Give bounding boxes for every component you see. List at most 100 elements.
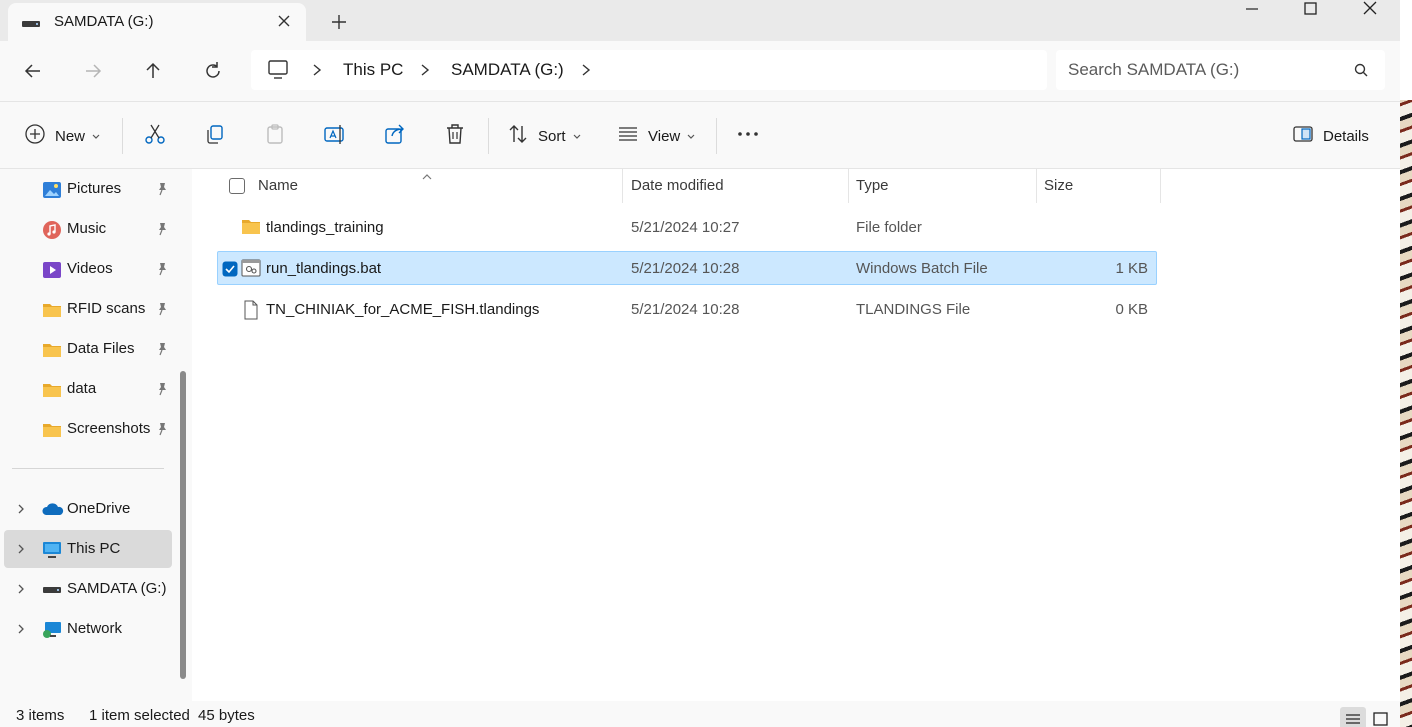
chevron-right-icon[interactable] <box>16 582 26 600</box>
breadcrumb-samdata[interactable]: SAMDATA (G:) <box>451 60 564 80</box>
row-checkbox-checked[interactable] <box>222 261 238 281</box>
sidebar-item-music[interactable]: Music <box>4 210 172 248</box>
folder-icon <box>42 380 62 400</box>
table-row[interactable]: TN_CHINIAK_for_ACME_FISH.tlandings 5/21/… <box>217 292 1157 326</box>
chevron-down-icon <box>91 128 101 145</box>
paste-icon <box>263 122 287 150</box>
search-icon[interactable] <box>1353 62 1369 82</box>
chevron-right-icon[interactable] <box>16 502 26 520</box>
file-name[interactable]: tlandings_training <box>266 219 384 236</box>
sidebar-item-this-pc[interactable]: This PC <box>4 530 172 568</box>
sidebar-item-screenshots[interactable]: Screenshots <box>4 410 172 448</box>
chevron-right-icon[interactable] <box>311 63 323 81</box>
sort-button[interactable]: Sort <box>507 122 582 150</box>
sidebar-item-videos[interactable]: Videos <box>4 250 172 288</box>
delete-button[interactable] <box>443 122 467 150</box>
table-row[interactable]: tlandings_training 5/21/2024 10:27 File … <box>217 210 1157 244</box>
details-label: Details <box>1323 127 1369 145</box>
file-date-modified: 5/21/2024 10:28 <box>631 260 740 277</box>
sidebar-item-rfid-scans[interactable]: RFID scans <box>4 290 172 328</box>
column-divider[interactable] <box>622 169 623 203</box>
view-button[interactable]: View <box>617 122 696 150</box>
column-header-name[interactable]: Name <box>258 177 298 194</box>
folder-icon <box>42 340 62 360</box>
chevron-right-icon[interactable] <box>16 622 26 640</box>
file-name[interactable]: TN_CHINIAK_for_ACME_FISH.tlandings <box>266 301 539 318</box>
navigation-pane: Pictures Music Videos RFID scans Data Fi… <box>0 169 192 701</box>
item-count: 3 items <box>16 707 65 724</box>
rename-button[interactable] <box>323 122 347 150</box>
folder-icon <box>42 300 62 320</box>
new-button[interactable]: New <box>24 122 101 150</box>
file-name[interactable]: run_tlandings.bat <box>266 260 381 277</box>
music-icon <box>42 220 62 240</box>
details-view-icon[interactable] <box>1340 707 1366 727</box>
onedrive-icon <box>42 500 64 520</box>
chevron-right-icon[interactable] <box>16 542 26 560</box>
column-header-size[interactable]: Size <box>1044 177 1073 194</box>
file-list: Name Date modified Type Size tlandings_t… <box>192 169 1400 701</box>
close-tab-icon[interactable] <box>274 11 294 31</box>
share-icon <box>383 122 407 150</box>
cut-icon <box>143 122 167 150</box>
title-bar: SAMDATA (G:) <box>0 0 1400 41</box>
sidebar-item-network[interactable]: Network <box>4 610 172 648</box>
chevron-right-icon[interactable] <box>580 63 592 81</box>
sidebar-item-data[interactable]: data <box>4 370 172 408</box>
select-all-checkbox[interactable] <box>229 178 245 194</box>
sidebar-item-data-files[interactable]: Data Files <box>4 330 172 368</box>
pin-icon <box>155 262 169 280</box>
details-button[interactable]: Details <box>1292 122 1369 150</box>
column-header-date-modified[interactable]: Date modified <box>631 177 724 194</box>
maximize-icon[interactable] <box>1288 0 1334 22</box>
new-label: New <box>55 127 86 145</box>
file-type: Windows Batch File <box>856 260 988 277</box>
paste-button[interactable] <box>263 122 287 150</box>
view-list-icon <box>617 123 639 149</box>
table-row[interactable]: run_tlandings.bat 5/21/2024 10:28 Window… <box>217 251 1157 285</box>
breadcrumb-this-pc[interactable]: This PC <box>343 60 403 80</box>
refresh-icon[interactable] <box>200 58 226 84</box>
sidebar-scrollbar[interactable] <box>180 371 186 679</box>
sort-icon <box>507 123 529 149</box>
chevron-down-icon <box>572 128 582 145</box>
sidebar-item-onedrive[interactable]: OneDrive <box>4 490 172 528</box>
sidebar-divider <box>12 468 164 469</box>
sidebar-item-label: Network <box>67 620 123 637</box>
search-box[interactable] <box>1056 50 1385 90</box>
desktop-background <box>1400 0 1412 727</box>
pin-icon <box>155 302 169 320</box>
toolbar-divider <box>488 118 489 154</box>
close-window-icon[interactable] <box>1347 0 1393 22</box>
forward-icon[interactable] <box>80 58 106 84</box>
file-icon <box>241 300 261 324</box>
column-header-type[interactable]: Type <box>856 177 889 194</box>
file-date-modified: 5/21/2024 10:28 <box>631 301 740 318</box>
new-tab-icon[interactable] <box>328 11 350 33</box>
copy-button[interactable] <box>203 122 227 150</box>
column-divider[interactable] <box>848 169 849 203</box>
tiles-view-icon[interactable] <box>1368 707 1394 727</box>
tab-samdata[interactable]: SAMDATA (G:) <box>8 3 306 41</box>
share-button[interactable] <box>383 122 407 150</box>
column-divider[interactable] <box>1160 169 1161 203</box>
pictures-icon <box>42 180 62 200</box>
minimize-icon[interactable] <box>1229 0 1275 22</box>
drive-icon <box>42 580 62 600</box>
column-divider[interactable] <box>1036 169 1037 203</box>
search-input[interactable] <box>1068 58 1338 82</box>
address-bar[interactable]: This PC SAMDATA (G:) <box>251 50 1047 90</box>
sidebar-item-samdata[interactable]: SAMDATA (G:) <box>4 570 172 608</box>
pin-icon <box>155 382 169 400</box>
folder-icon <box>42 420 62 440</box>
more-options-button[interactable] <box>736 122 760 150</box>
sidebar-item-pictures[interactable]: Pictures <box>4 170 172 208</box>
sidebar-item-label: Screenshots <box>67 420 151 437</box>
up-icon[interactable] <box>140 58 166 84</box>
pin-icon <box>155 342 169 360</box>
cut-button[interactable] <box>143 122 167 150</box>
pin-icon <box>155 182 169 200</box>
back-icon[interactable] <box>20 58 46 84</box>
computer-icon[interactable] <box>267 60 289 84</box>
chevron-right-icon[interactable] <box>419 63 431 81</box>
